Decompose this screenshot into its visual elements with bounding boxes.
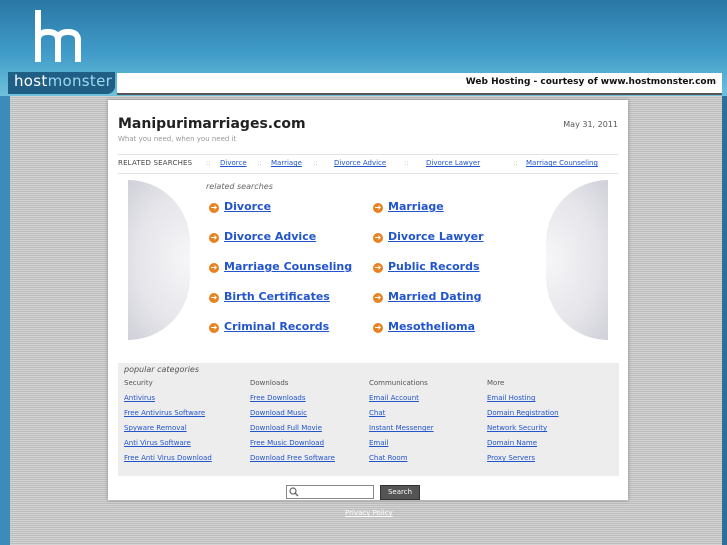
category-link[interactable]: Proxy Servers [487, 454, 535, 462]
category-link[interactable]: Free Downloads [250, 394, 306, 402]
search-link-divorce[interactable]: Divorce [224, 200, 271, 213]
category-link[interactable]: Email Hosting [487, 394, 535, 402]
courtesy-text[interactable]: Web Hosting - courtesy of www.hostmonste… [466, 77, 716, 87]
parked-page: Manipurimarriages.com What you need, whe… [108, 100, 628, 500]
popular-categories-heading: popular categories [124, 365, 200, 374]
category-link[interactable]: Download Free Software [250, 454, 335, 462]
category-link[interactable]: Free Antivirus Software [124, 409, 205, 417]
related-link-marriage-counseling[interactable]: Marriage Counseling [526, 159, 598, 167]
category-link[interactable]: Anti Virus Software [124, 439, 191, 447]
category-link[interactable]: Domain Name [487, 439, 537, 447]
search-link-divorce-advice[interactable]: Divorce Advice [224, 230, 316, 243]
related-link-divorce-advice[interactable]: Divorce Advice [334, 159, 386, 167]
search-input[interactable] [286, 485, 374, 499]
search-icon [289, 487, 299, 497]
separator: :: [313, 159, 318, 167]
arrow-icon: ➔ [209, 233, 219, 243]
category-link[interactable]: Download Music [250, 409, 307, 417]
left-edge-bar [0, 96, 10, 545]
search-link-public-records[interactable]: Public Records [388, 260, 480, 273]
arrow-icon: ➔ [373, 203, 383, 213]
category-link[interactable]: Email [369, 439, 388, 447]
category-link[interactable]: Domain Registration [487, 409, 559, 417]
arrow-icon: ➔ [209, 293, 219, 303]
category-link[interactable]: Chat Room [369, 454, 408, 462]
arrow-icon: ➔ [209, 263, 219, 273]
privacy-policy-link[interactable]: Privacy Policy [345, 509, 393, 517]
related-searches-label: RELATED SEARCHES [118, 159, 193, 167]
decorative-right-bubble [546, 180, 608, 340]
arrow-icon: ➔ [373, 233, 383, 243]
arrow-icon: ➔ [209, 203, 219, 213]
hostmonster-logo[interactable]: hostmonster [14, 72, 112, 90]
arrow-icon: ➔ [373, 293, 383, 303]
category-link[interactable]: Antivirus [124, 394, 155, 402]
related-searches-bar: RELATED SEARCHES :: Divorce :: Marriage … [118, 154, 618, 174]
search-link-birth-certificates[interactable]: Birth Certificates [224, 290, 330, 303]
category-title-communications: Communications [369, 379, 428, 387]
related-link-marriage[interactable]: Marriage [271, 159, 302, 167]
logo-word-host: host [14, 72, 48, 90]
separator: :: [404, 159, 409, 167]
logo-word-monster: monster [47, 72, 113, 90]
category-title-downloads: Downloads [250, 379, 289, 387]
search-link-marriage-counseling[interactable]: Marriage Counseling [224, 260, 352, 273]
category-link[interactable]: Network Security [487, 424, 547, 432]
category-link[interactable]: Chat [369, 409, 385, 417]
category-title-security: Security [124, 379, 153, 387]
category-link[interactable]: Download Full Movie [250, 424, 322, 432]
category-link[interactable]: Spyware Removal [124, 424, 187, 432]
related-link-divorce-lawyer[interactable]: Divorce Lawyer [426, 159, 480, 167]
separator: :: [206, 159, 211, 167]
site-tagline: What you need, when you need it [118, 135, 237, 143]
search-link-criminal-records[interactable]: Criminal Records [224, 320, 329, 333]
category-link[interactable]: Free Anti Virus Download [124, 454, 212, 462]
page-date: May 31, 2011 [563, 120, 618, 129]
search-link-divorce-lawyer[interactable]: Divorce Lawyer [388, 230, 484, 243]
popular-categories: popular categories Security Antivirus Fr… [118, 363, 619, 476]
category-link[interactable]: Free Music Download [250, 439, 324, 447]
site-title: Manipurimarriages.com [118, 116, 306, 132]
decorative-left-bubble [128, 180, 190, 340]
separator: :: [257, 159, 262, 167]
courtesy-bar: Web Hosting - courtesy of www.hostmonste… [117, 73, 722, 95]
related-searches-heading: related searches [206, 182, 273, 191]
arrow-icon: ➔ [373, 263, 383, 273]
category-title-more: More [487, 379, 505, 387]
search-button[interactable]: Search [380, 485, 420, 500]
arrow-icon: ➔ [209, 323, 219, 333]
category-link[interactable]: Instant Messenger [369, 424, 434, 432]
search-link-marriage[interactable]: Marriage [388, 200, 444, 213]
related-link-divorce[interactable]: Divorce [220, 159, 247, 167]
arrow-icon: ➔ [373, 323, 383, 333]
separator: :: [513, 159, 518, 167]
hostmonster-logo-mark-icon [35, 10, 81, 62]
search-link-mesothelioma[interactable]: Mesothelioma [388, 320, 475, 333]
search-link-married-dating[interactable]: Married Dating [388, 290, 481, 303]
category-link[interactable]: Email Account [369, 394, 419, 402]
